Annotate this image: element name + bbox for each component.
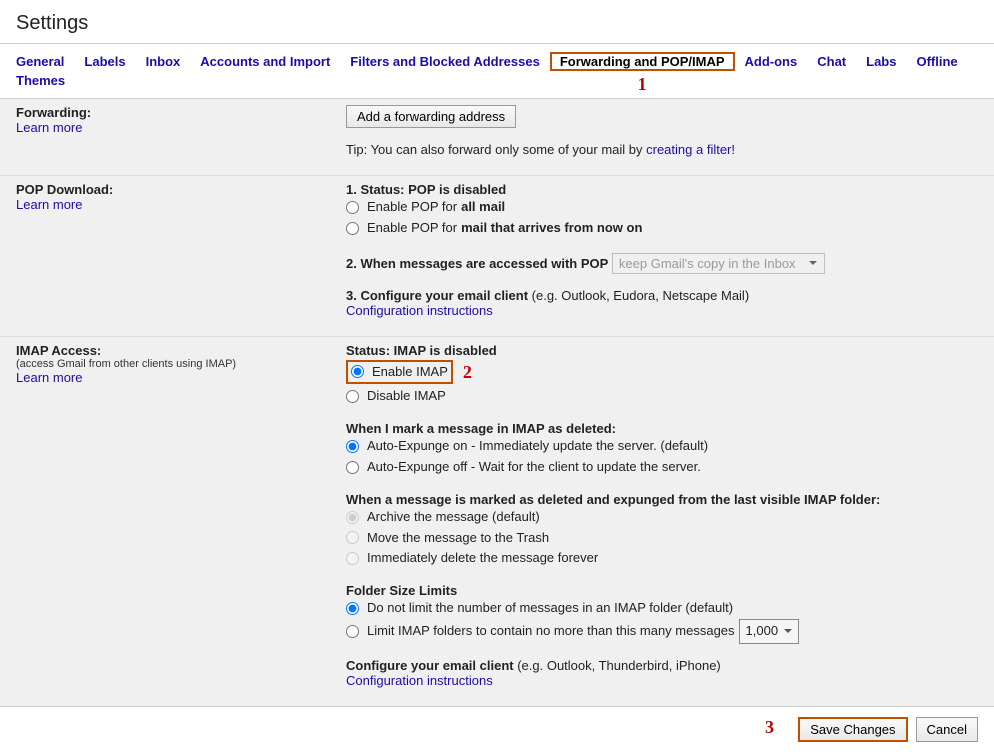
annotation-2: 2 xyxy=(463,358,472,387)
auto-expunge-on-label: Auto-Expunge on - Immediately update the… xyxy=(367,436,708,457)
imap-config-instructions-link[interactable]: Configuration instructions xyxy=(346,673,493,688)
forwarding-section: Forwarding: Learn more Add a forwarding … xyxy=(0,99,994,176)
tab-label: Forwarding and POP/IMAP xyxy=(560,54,725,69)
disable-imap-label: Disable IMAP xyxy=(367,386,446,407)
tab-accounts[interactable]: Accounts and Import xyxy=(190,52,340,71)
tab-chat[interactable]: Chat xyxy=(807,52,856,71)
forwarding-tip: Tip: You can also forward only some of y… xyxy=(346,142,978,157)
footer: 3 Save Changes Cancel xyxy=(0,707,994,752)
settings-content: Forwarding: Learn more Add a forwarding … xyxy=(0,99,994,707)
pop-status-value: POP is disabled xyxy=(408,182,506,197)
create-filter-link[interactable]: creating a filter! xyxy=(646,142,735,157)
no-folder-limit-radio[interactable] xyxy=(346,602,359,615)
pop-status-prefix: 1. Status: xyxy=(346,182,408,197)
move-trash-label: Move the message to the Trash xyxy=(367,528,549,549)
pop-configure-bold: 3. Configure your email client xyxy=(346,288,528,303)
pop-enable-now-on-radio[interactable] xyxy=(346,222,359,235)
pop-access-select[interactable]: keep Gmail's copy in the Inbox xyxy=(612,253,825,274)
pop-label: POP Download: xyxy=(16,182,336,197)
save-changes-button[interactable]: Save Changes xyxy=(798,717,907,742)
annotation-3: 3 xyxy=(765,717,774,738)
tip-text: Tip: You can also forward only some of y… xyxy=(346,142,646,157)
folder-size-limits-heading: Folder Size Limits xyxy=(346,583,978,598)
imap-label: IMAP Access: xyxy=(16,343,336,358)
archive-message-radio[interactable] xyxy=(346,511,359,524)
pop-config-instructions-link[interactable]: Configuration instructions xyxy=(346,303,493,318)
pop-enable-all-bold: all mail xyxy=(461,197,505,218)
tab-inbox[interactable]: Inbox xyxy=(136,52,191,71)
pop-learn-more-link[interactable]: Learn more xyxy=(16,197,82,212)
pop-enable-all-pre: Enable POP for xyxy=(367,197,457,218)
imap-section: IMAP Access: (access Gmail from other cl… xyxy=(0,337,994,706)
page-title: Settings xyxy=(0,0,994,43)
delete-forever-radio[interactable] xyxy=(346,552,359,565)
forwarding-label: Forwarding: xyxy=(16,105,336,120)
pop-access-label: 2. When messages are accessed with POP xyxy=(346,256,608,271)
pop-enable-all-radio[interactable] xyxy=(346,201,359,214)
annotation-1: 1 xyxy=(638,74,647,95)
auto-expunge-off-radio[interactable] xyxy=(346,461,359,474)
forwarding-learn-more-link[interactable]: Learn more xyxy=(16,120,82,135)
tab-filters[interactable]: Filters and Blocked Addresses xyxy=(340,52,550,71)
imap-status-prefix: Status: xyxy=(346,343,394,358)
folder-limit-select[interactable]: 1,000 xyxy=(739,619,800,644)
tab-general[interactable]: General xyxy=(6,52,74,71)
enable-imap-label: Enable IMAP xyxy=(372,362,448,383)
imap-status-value: IMAP is disabled xyxy=(394,343,497,358)
auto-expunge-off-label: Auto-Expunge off - Wait for the client t… xyxy=(367,457,701,478)
settings-tabs: General Labels Inbox Accounts and Import… xyxy=(0,43,994,99)
tab-themes[interactable]: Themes xyxy=(6,71,75,90)
move-trash-radio[interactable] xyxy=(346,531,359,544)
archive-message-label: Archive the message (default) xyxy=(367,507,540,528)
pop-enable-now-bold: mail that arrives from now on xyxy=(461,218,642,239)
no-folder-limit-label: Do not limit the number of messages in a… xyxy=(367,598,733,619)
imap-expunged-heading: When a message is marked as deleted and … xyxy=(346,492,978,507)
tab-labels[interactable]: Labels xyxy=(74,52,135,71)
tab-offline[interactable]: Offline xyxy=(906,52,967,71)
delete-forever-label: Immediately delete the message forever xyxy=(367,548,598,569)
imap-subnote: (access Gmail from other clients using I… xyxy=(16,358,336,370)
folder-limit-label: Limit IMAP folders to contain no more th… xyxy=(367,621,735,642)
auto-expunge-on-radio[interactable] xyxy=(346,440,359,453)
tab-labs[interactable]: Labs xyxy=(856,52,906,71)
folder-limit-radio[interactable] xyxy=(346,625,359,638)
cancel-button[interactable]: Cancel xyxy=(916,717,978,742)
pop-section: POP Download: Learn more 1. Status: POP … xyxy=(0,176,994,337)
pop-configure-rest: (e.g. Outlook, Eudora, Netscape Mail) xyxy=(528,288,749,303)
tab-forwarding-pop-imap[interactable]: Forwarding and POP/IMAP 1 xyxy=(550,52,735,71)
imap-delete-heading: When I mark a message in IMAP as deleted… xyxy=(346,421,978,436)
pop-enable-now-pre: Enable POP for xyxy=(367,218,457,239)
enable-imap-radio[interactable] xyxy=(351,365,364,378)
tab-addons[interactable]: Add-ons xyxy=(735,52,808,71)
add-forwarding-address-button[interactable]: Add a forwarding address xyxy=(346,105,516,128)
imap-learn-more-link[interactable]: Learn more xyxy=(16,370,82,385)
disable-imap-radio[interactable] xyxy=(346,390,359,403)
